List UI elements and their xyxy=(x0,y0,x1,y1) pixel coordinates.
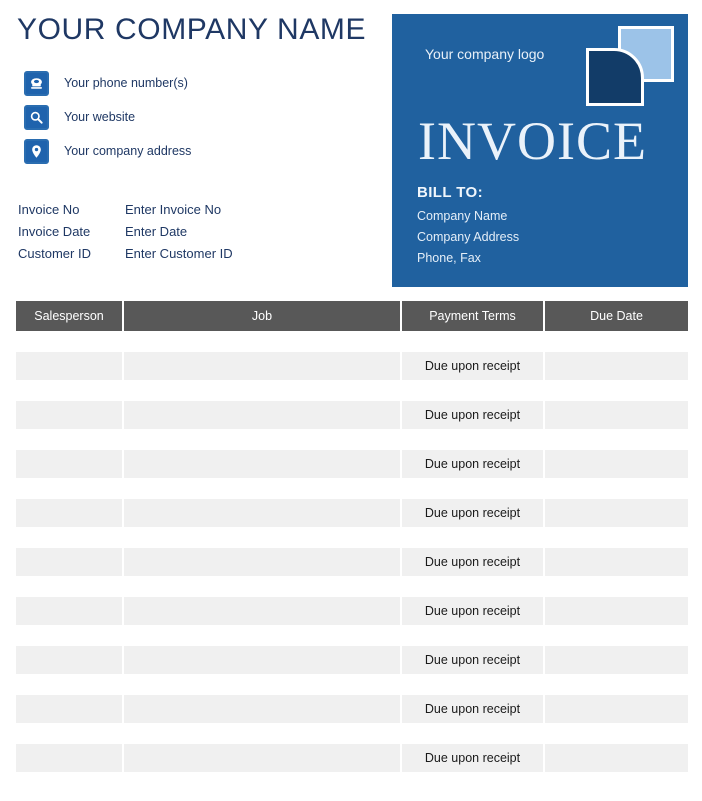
cell-due-date[interactable] xyxy=(545,646,688,674)
table-row[interactable]: Due upon receipt xyxy=(16,352,688,380)
items-table: Salesperson Job Payment Terms Due Date D… xyxy=(16,301,688,772)
invoice-no-label: Invoice No xyxy=(18,201,80,217)
cell-due-date[interactable] xyxy=(545,352,688,380)
cell-payment-terms[interactable]: Due upon receipt xyxy=(402,695,545,723)
cell-payment-terms[interactable]: Due upon receipt xyxy=(402,597,545,625)
cell-payment-terms[interactable]: Due upon receipt xyxy=(402,499,545,527)
bill-to-heading: BILL TO: xyxy=(417,184,483,201)
cell-job[interactable] xyxy=(124,499,402,527)
column-header-due-date: Due Date xyxy=(545,301,688,331)
column-header-salesperson: Salesperson xyxy=(16,301,124,331)
column-header-payment-terms: Payment Terms xyxy=(402,301,545,331)
bill-to-block: BILL TO: Company Name Company Address Ph… xyxy=(417,184,667,269)
invoice-date-label: Invoice Date xyxy=(18,223,91,239)
cell-job[interactable] xyxy=(124,695,402,723)
cell-payment-terms[interactable]: Due upon receipt xyxy=(402,646,545,674)
page-title: YOUR COMPANY NAME xyxy=(17,13,367,46)
table-row[interactable]: Due upon receipt xyxy=(16,597,688,625)
table-row[interactable]: Due upon receipt xyxy=(16,499,688,527)
cell-due-date[interactable] xyxy=(545,401,688,429)
cell-job[interactable] xyxy=(124,450,402,478)
bill-to-company-name[interactable]: Company Name xyxy=(417,206,667,227)
table-header-row: Salesperson Job Payment Terms Due Date xyxy=(16,301,688,331)
cell-payment-terms[interactable]: Due upon receipt xyxy=(402,744,545,772)
cell-payment-terms[interactable]: Due upon receipt xyxy=(402,450,545,478)
invoice-date-row: Invoice Date Enter Date xyxy=(18,220,358,242)
magnifier-icon xyxy=(24,104,49,130)
contact-row-phone[interactable]: Your phone number(s) xyxy=(24,66,364,100)
cell-salesperson[interactable] xyxy=(16,744,124,772)
cell-payment-terms[interactable]: Due upon receipt xyxy=(402,352,545,380)
column-header-job: Job xyxy=(124,301,402,331)
cell-salesperson[interactable] xyxy=(16,646,124,674)
company-logo-icon xyxy=(586,26,674,106)
invoice-heading: INVOICE xyxy=(418,111,647,171)
table-body: Due upon receipt Due upon receipt Due upon… xyxy=(16,352,688,772)
invoice-panel: Your company logo INVOICE BILL TO: Compa… xyxy=(392,14,688,287)
customer-id-label: Customer ID xyxy=(18,245,91,261)
table-row[interactable]: Due upon receipt xyxy=(16,695,688,723)
logo-square-front xyxy=(586,48,644,106)
contact-label-address: Your company address xyxy=(64,144,192,158)
contact-row-website[interactable]: Your website xyxy=(24,100,364,134)
table-row[interactable]: Due upon receipt xyxy=(16,744,688,772)
cell-due-date[interactable] xyxy=(545,744,688,772)
bill-to-company-address[interactable]: Company Address xyxy=(417,227,667,248)
cell-job[interactable] xyxy=(124,646,402,674)
cell-due-date[interactable] xyxy=(545,695,688,723)
cell-job[interactable] xyxy=(124,597,402,625)
cell-job[interactable] xyxy=(124,744,402,772)
cell-due-date[interactable] xyxy=(545,499,688,527)
contact-label-phone: Your phone number(s) xyxy=(64,76,188,90)
cell-due-date[interactable] xyxy=(545,597,688,625)
table-row[interactable]: Due upon receipt xyxy=(16,450,688,478)
table-row[interactable]: Due upon receipt xyxy=(16,548,688,576)
cell-payment-terms[interactable]: Due upon receipt xyxy=(402,401,545,429)
cell-salesperson[interactable] xyxy=(16,597,124,625)
cell-job[interactable] xyxy=(124,352,402,380)
invoice-meta-list: Invoice No Enter Invoice No Invoice Date… xyxy=(18,198,358,264)
cell-salesperson[interactable] xyxy=(16,499,124,527)
logo-caption: Your company logo xyxy=(425,46,545,62)
contact-list: Your phone number(s) Your website Your c… xyxy=(24,66,364,168)
contact-row-address[interactable]: Your company address xyxy=(24,134,364,168)
cell-job[interactable] xyxy=(124,548,402,576)
customer-id-field[interactable]: Enter Customer ID xyxy=(125,246,233,261)
cell-salesperson[interactable] xyxy=(16,548,124,576)
customer-id-row: Customer ID Enter Customer ID xyxy=(18,242,358,264)
location-pin-icon xyxy=(24,138,49,164)
contact-label-website: Your website xyxy=(64,110,136,124)
invoice-no-row: Invoice No Enter Invoice No xyxy=(18,198,358,220)
cell-salesperson[interactable] xyxy=(16,401,124,429)
cell-salesperson[interactable] xyxy=(16,695,124,723)
telephone-icon xyxy=(24,70,49,96)
invoice-page: YOUR COMPANY NAME Your phone number(s) Y… xyxy=(0,0,702,801)
cell-job[interactable] xyxy=(124,401,402,429)
cell-payment-terms[interactable]: Due upon receipt xyxy=(402,548,545,576)
cell-salesperson[interactable] xyxy=(16,450,124,478)
table-row[interactable]: Due upon receipt xyxy=(16,646,688,674)
cell-due-date[interactable] xyxy=(545,548,688,576)
invoice-date-field[interactable]: Enter Date xyxy=(125,224,187,239)
table-row[interactable]: Due upon receipt xyxy=(16,401,688,429)
cell-due-date[interactable] xyxy=(545,450,688,478)
bill-to-phone-fax[interactable]: Phone, Fax xyxy=(417,248,667,269)
cell-salesperson[interactable] xyxy=(16,352,124,380)
invoice-no-field[interactable]: Enter Invoice No xyxy=(125,202,221,217)
